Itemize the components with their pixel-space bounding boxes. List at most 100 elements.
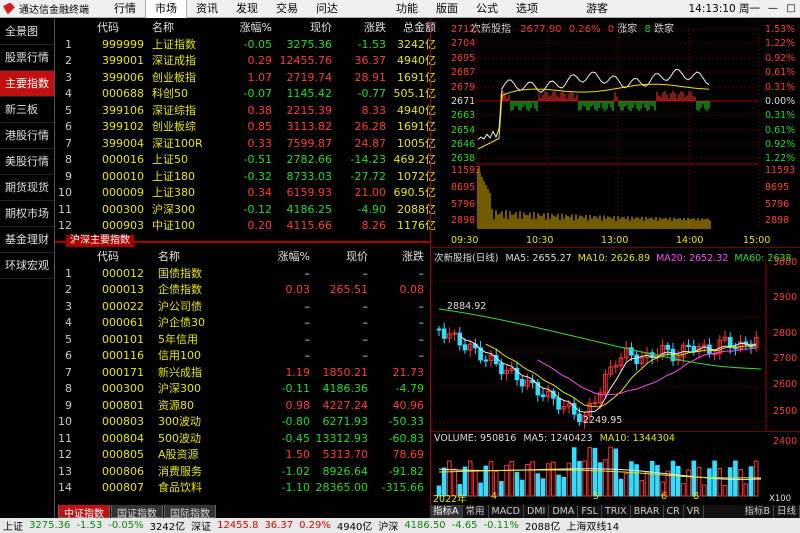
- indicator-tab[interactable]: 常用: [463, 505, 489, 518]
- indicator-tab[interactable]: DMI: [524, 505, 550, 518]
- volume-bar: [681, 483, 686, 497]
- row-name: 上证180: [152, 169, 195, 183]
- row-change: 21.73: [392, 365, 425, 379]
- volume-x-label: 4: [491, 491, 498, 502]
- row-name: 创业板指: [152, 70, 196, 84]
- table-row[interactable]: 5 399106 深证综指 0.38 2215.39 8.33 4940亿: [58, 103, 436, 120]
- row-price: 1145.42: [286, 87, 333, 100]
- sidebar-item-options[interactable]: 期权市场: [0, 201, 54, 227]
- volume-bar: [655, 465, 660, 497]
- table-row[interactable]: 1 000012 国债指数 – – –: [58, 266, 424, 283]
- col-chg-header[interactable]: 涨跌: [332, 20, 386, 37]
- table-row[interactable]: 11 000804 500波动 -0.45 13312.93 -60.83: [58, 431, 424, 448]
- indicator-tab[interactable]: FSL: [578, 505, 602, 518]
- menu-trade[interactable]: 交易: [267, 0, 307, 18]
- col-name-header[interactable]: 名称: [144, 249, 260, 266]
- table-row[interactable]: 8 000300 沪深300 -0.11 4186.36 -4.79: [58, 381, 424, 398]
- indicator-right-tab[interactable]: 日线: [774, 505, 800, 518]
- sidebar-item-overview[interactable]: 全景图: [0, 19, 54, 45]
- user-button[interactable]: 游客: [577, 0, 617, 18]
- col-pct-header[interactable]: 涨幅%: [260, 249, 310, 266]
- table-row[interactable]: 3 000022 沪公司债 – – –: [58, 299, 424, 316]
- table-row[interactable]: 6 399102 创业板综 0.85 3113.82 26.28 1691亿: [58, 119, 436, 136]
- sidebar-item-neeq[interactable]: 新三板: [0, 97, 54, 123]
- menu-discover[interactable]: 发现: [227, 0, 267, 18]
- row-amount: 2088亿: [397, 202, 436, 216]
- row-name: 上证指数: [152, 37, 196, 51]
- row-price: –: [362, 299, 369, 313]
- intraday-chart[interactable]: [431, 19, 800, 247]
- table-row[interactable]: 9 000801 资源80 0.98 4227.24 40.96: [58, 398, 424, 415]
- indicator-tab[interactable]: DMA: [549, 505, 579, 518]
- tab-csi-indices[interactable]: 中证指数: [58, 505, 110, 520]
- row-code: 000803: [102, 415, 144, 428]
- indicator-tab[interactable]: MACD: [489, 505, 524, 518]
- sidebar-item-stocks[interactable]: 股票行情: [0, 45, 54, 71]
- volume-bar: [551, 461, 556, 497]
- row-index: 1: [65, 266, 72, 280]
- col-amount-header[interactable]: 总金额: [386, 20, 436, 37]
- table-row[interactable]: 9 000010 上证180 -0.32 8733.03 -27.72 1072亿: [58, 169, 436, 186]
- table-row[interactable]: 7 000171 新兴成指 1.19 1850.21 21.73: [58, 365, 424, 382]
- maximize-icon[interactable]: □: [782, 3, 800, 14]
- table-row[interactable]: 4 000061 沪企债30 – – –: [58, 315, 424, 332]
- menu-quotes[interactable]: 行情: [105, 0, 145, 18]
- table-row[interactable]: 7 399004 深证100R 0.33 7599.87 24.87 1005亿: [58, 136, 436, 153]
- sidebar-item-macro[interactable]: 环球宏观: [0, 253, 54, 279]
- row-index: 5: [65, 103, 72, 117]
- table-row[interactable]: 3 399006 创业板指 1.07 2719.74 28.91 1691亿: [58, 70, 436, 87]
- indicator-tab[interactable]: TRIX: [602, 505, 631, 518]
- col-price-header[interactable]: 现价: [310, 249, 368, 266]
- sidebar-item-futures[interactable]: 期货现货: [0, 175, 54, 201]
- indicator-tab[interactable]: VR: [684, 505, 704, 518]
- table-row[interactable]: 2 000013 企债指数 0.03 265.51 0.08: [58, 282, 424, 299]
- menu-news[interactable]: 资讯: [187, 0, 227, 18]
- minimize-icon[interactable]: —: [764, 3, 782, 14]
- indicator-tab[interactable]: 指标A: [430, 505, 463, 518]
- menu-ask[interactable]: 问达: [307, 0, 347, 18]
- row-price: –: [362, 332, 369, 346]
- indicator-right-tab[interactable]: 指标B: [741, 505, 774, 518]
- indicator-tab[interactable]: CR: [664, 505, 684, 518]
- col-chg-header[interactable]: 涨跌: [368, 249, 424, 266]
- col-code-header[interactable]: 代码: [72, 249, 144, 266]
- row-price: 2215.39: [286, 103, 333, 117]
- table-row[interactable]: 4 000688 科创50 -0.07 1145.42 -0.77 505.1亿: [58, 86, 436, 103]
- sidebar-item-us[interactable]: 美股行情: [0, 149, 54, 175]
- col-price-header[interactable]: 现价: [272, 20, 332, 37]
- indicator-tab[interactable]: BRAR: [631, 505, 664, 518]
- table-row[interactable]: 1 999999 上证指数 -0.05 3275.36 -1.53 3242亿: [58, 37, 436, 54]
- table-row[interactable]: 2 399001 深证成指 0.29 12455.76 36.37 4940亿: [58, 53, 436, 70]
- row-index: 6: [65, 349, 72, 362]
- table-row[interactable]: 12 000903 中证100 0.20 4115.66 8.26 1176亿: [58, 218, 436, 235]
- table-row[interactable]: 12 000805 A股资源 1.50 5313.70 78.69: [58, 447, 424, 464]
- section-label-hushen[interactable]: 沪深主要指数: [66, 235, 134, 247]
- sidebar-item-funds[interactable]: 基金理财: [0, 227, 54, 253]
- col-code-header[interactable]: 代码: [72, 20, 144, 37]
- sidebar-item-hk[interactable]: 港股行情: [0, 123, 54, 149]
- kline-high-mark: 2884.92: [447, 301, 487, 312]
- tab-intl-indices[interactable]: 国际指数: [164, 505, 216, 520]
- volume-bar: [743, 483, 749, 497]
- col-pct-header[interactable]: 涨幅%: [210, 20, 272, 37]
- menu-layout[interactable]: 版面: [427, 0, 467, 18]
- table-row[interactable]: 14 000807 食品饮料 -1.10 28365.00 -315.66: [58, 480, 424, 497]
- table-row[interactable]: 8 000016 上证50 -0.51 2782.66 -14.23 469.2亿: [58, 152, 436, 169]
- kline-chart[interactable]: [431, 259, 800, 459]
- table-row[interactable]: 10 000803 300波动 -0.80 6271.93 -50.33: [58, 414, 424, 431]
- menu-market[interactable]: 市场: [145, 0, 187, 18]
- col-name-header[interactable]: 名称: [144, 20, 210, 37]
- table-row[interactable]: 11 000300 沪深300 -0.12 4186.25 -4.90 2088亿: [58, 202, 436, 219]
- row-change: 8.26: [361, 219, 387, 232]
- menu-functions[interactable]: 功能: [387, 0, 427, 18]
- sidebar-item-major-indices[interactable]: 主要指数: [0, 71, 54, 97]
- tab-cni-indices[interactable]: 国证指数: [111, 505, 163, 520]
- status-bar: 上证 3275.36 -1.53 -0.05% 3242亿 深证 12455.8 36.37 0…: [0, 518, 800, 533]
- menu-options[interactable]: 选项: [507, 0, 547, 18]
- table-row[interactable]: 6 000116 信用100 – – –: [58, 348, 424, 365]
- table-row[interactable]: 5 000101 5年信用 – – –: [58, 332, 424, 349]
- table-row[interactable]: 10 000009 上证380 0.34 6159.93 21.00 690.5亿: [58, 185, 436, 202]
- row-change: -315.66: [381, 481, 424, 494]
- menu-formula[interactable]: 公式: [467, 0, 507, 18]
- table-row[interactable]: 13 000806 消费服务 -1.02 8926.64 -91.82: [58, 464, 424, 481]
